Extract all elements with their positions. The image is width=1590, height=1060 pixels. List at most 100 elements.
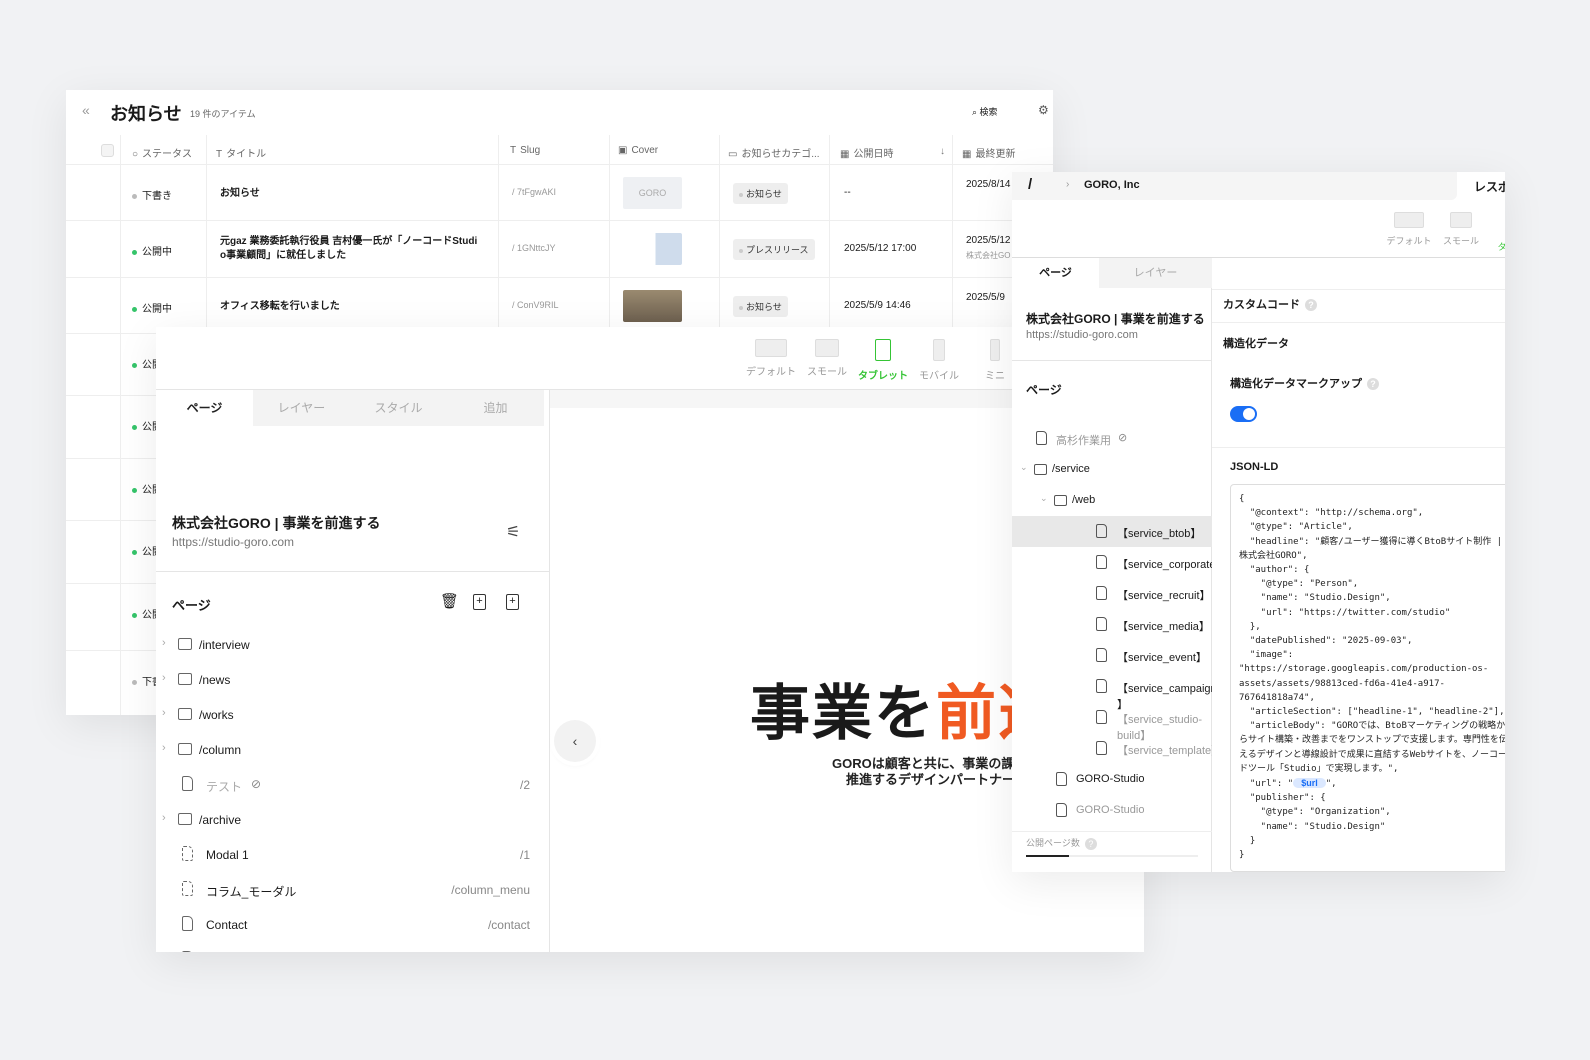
structured-data-heading: 構造化データ [1223, 338, 1289, 350]
structured-data-window: / › GORO, Inc レスポ デフォルトスモールタブレ ページ レイヤー … [1012, 172, 1505, 872]
url-variable-chip[interactable]: $url [1293, 778, 1326, 789]
column-header-4[interactable]: ▭ お知らせカテゴ... [728, 145, 820, 160]
duplicate-page-icon[interactable]: + [473, 594, 486, 610]
device-3[interactable]: モバイル [914, 339, 964, 382]
cover-thumbnail[interactable]: GORO [623, 177, 682, 209]
chevron-down-icon[interactable]: ⌄ [1020, 462, 1028, 473]
chevron-right-icon[interactable]: › [162, 742, 166, 754]
code-line: assets/assets/98813ced-fd6a-41e4-a917- [1239, 678, 1445, 689]
chevron-down-icon[interactable]: ⌄ [1040, 493, 1048, 504]
page-tree-item[interactable]: 【service_corporate】 [1012, 547, 1212, 578]
tab-page[interactable]: ページ [1012, 258, 1099, 288]
page-tree-item[interactable]: Contact/contact [156, 908, 550, 943]
status-dot [132, 424, 137, 430]
table-row[interactable]: 公開中 元gaz 業務委託執行役員 吉村優一氏が「ノーコードStudi o事業顧問」… [66, 220, 1053, 277]
code-text: "url": " [1239, 779, 1294, 790]
tab-2[interactable]: スタイル [350, 390, 447, 426]
table-row[interactable]: 公開中 オフィス移転を行いました / ConV9RIL お知らせ 2025/5/9 14… [66, 277, 1053, 334]
page-name: /web [1072, 494, 1096, 506]
collapse-icon[interactable]: « [82, 102, 90, 118]
updated-date-cell: 2025/5/12 [966, 235, 1011, 246]
title-cell[interactable]: 元gaz 業務委託執行役員 吉村優一氏が「ノーコードStudi o事業顧問」に就任… [220, 235, 477, 263]
table-row[interactable]: 下書き お知らせ / 7tFgwAKI GORO お知らせ -- 2025/8/14 [66, 164, 1053, 221]
settings-panel: カスタムコード? 構造化データ 構造化データマークアップ? JSON-LD { … [1212, 258, 1505, 872]
tab-3[interactable]: 追加 [447, 390, 544, 426]
device-0[interactable]: デフォルト [1384, 212, 1434, 247]
page-tree-item[interactable]: 【service_media】 [1012, 609, 1212, 640]
page-title: お知らせ [110, 104, 182, 124]
column-header-0[interactable]: ○ ステータス [132, 145, 192, 160]
help-icon[interactable]: ? [1367, 378, 1379, 391]
column-label: タイトル [226, 149, 267, 160]
file-icon [1096, 617, 1107, 631]
file-icon [1096, 710, 1107, 724]
chevron-right-icon[interactable]: › [162, 707, 166, 719]
page-tree-item[interactable]: › /interview [156, 628, 550, 663]
title-cell[interactable]: オフィス移転を行いました [220, 300, 340, 314]
device-1[interactable]: スモール [802, 339, 852, 378]
page-tree-item[interactable]: › /works [156, 698, 550, 733]
page-tree-item[interactable]: 高杉作業用 ⊘ [1012, 426, 1212, 454]
page-tree-item[interactable]: › /archive [156, 803, 550, 838]
column-label: ステータス [142, 149, 193, 160]
page-name: /works [199, 708, 234, 722]
page-tree-item[interactable]: Modal 1/1 [156, 838, 550, 873]
device-label: スモール [807, 367, 847, 378]
tab-responsive[interactable]: レスポ [1474, 178, 1505, 195]
markup-toggle[interactable] [1230, 406, 1257, 422]
jsonld-editor[interactable]: { "@context": "http://schema.org", "@typ… [1230, 484, 1505, 872]
page-tree-item[interactable]: ⌄ /web [1012, 485, 1212, 516]
tag-dot [739, 305, 743, 310]
help-icon[interactable]: ? [1084, 837, 1097, 850]
page-tree-item[interactable]: 【service_btob】 [1012, 516, 1212, 547]
column-header-1[interactable]: T タイトル [216, 145, 266, 160]
chevron-right-icon[interactable]: › [162, 672, 166, 684]
column-header-5[interactable]: ▦ 公開日時 [840, 145, 893, 160]
page-tree-item[interactable]: 【service_studio-build】 [1012, 702, 1212, 742]
help-icon[interactable]: ? [1305, 299, 1317, 312]
device-0[interactable]: デフォルト [746, 339, 796, 378]
tab-1[interactable]: レイヤー [253, 390, 350, 426]
column-header-3[interactable]: ▣ Cover [618, 145, 658, 156]
device-2[interactable]: タブレット [858, 339, 908, 382]
pen-icon[interactable]: / [1028, 176, 1032, 193]
chevron-right-icon[interactable]: › [162, 637, 166, 649]
add-page-icon[interactable]: + [506, 594, 519, 610]
select-all-checkbox[interactable] [101, 144, 114, 157]
device-2[interactable]: タブレ [1486, 212, 1505, 253]
column-header-6[interactable]: ▦ 最終更新 [962, 145, 1015, 160]
file-icon [1056, 772, 1067, 786]
page-name: 【service_event】 [1117, 652, 1207, 664]
collapse-sidebar-button[interactable]: ‹ [554, 720, 596, 762]
page-tree-item[interactable]: GORO-Studio [1012, 764, 1212, 795]
page-tree-item[interactable]: 【service_recruit】 [1012, 578, 1212, 609]
page-name: 【service_template】 [1117, 745, 1212, 757]
page-tree-item[interactable]: GORO-Studio [1012, 795, 1212, 826]
status-dot [132, 679, 137, 685]
cover-thumbnail[interactable] [623, 233, 682, 265]
tab-0[interactable]: ページ [156, 390, 253, 426]
page-tree-item[interactable]: コラム_モーダル/column_menu [156, 873, 550, 908]
column-type-icon: ▦ [840, 149, 850, 160]
cover-thumbnail[interactable] [623, 290, 682, 322]
sort-desc-icon[interactable]: ↓ [940, 146, 945, 157]
search-button[interactable]: ⌕ 検索 [972, 105, 998, 118]
page-tree-item[interactable]: 【service_event】 [1012, 640, 1212, 671]
page-tree-item[interactable]: 【service_template】 [1012, 733, 1212, 764]
title-cell[interactable]: お知らせ [220, 187, 260, 201]
breadcrumb[interactable]: GORO, Inc [1084, 179, 1140, 191]
device-1[interactable]: スモール [1436, 212, 1486, 247]
page-tree-item[interactable]: 【service_campaign 】 [1012, 671, 1212, 711]
item-count: 19 件のアイテム [190, 109, 256, 119]
page-tree-item[interactable]: › /column [156, 733, 550, 768]
page-tree-item[interactable]: ⌄ /service [1012, 454, 1212, 485]
settings-sliders-icon[interactable]: ⚟ [506, 522, 520, 542]
page-tree-item[interactable]: › /news [156, 663, 550, 698]
chevron-right-icon[interactable]: › [162, 812, 166, 824]
trash-icon[interactable]: 🗑 [440, 592, 459, 610]
page-tree-item[interactable]: Contact_Done/contact_done [156, 943, 550, 952]
page-tree-item[interactable]: テスト ⊘ /2 [156, 768, 550, 803]
gear-icon[interactable]: ⚙ [1038, 103, 1049, 117]
tab-layer[interactable]: レイヤー [1099, 258, 1212, 288]
column-header-2[interactable]: T Slug [510, 145, 540, 156]
